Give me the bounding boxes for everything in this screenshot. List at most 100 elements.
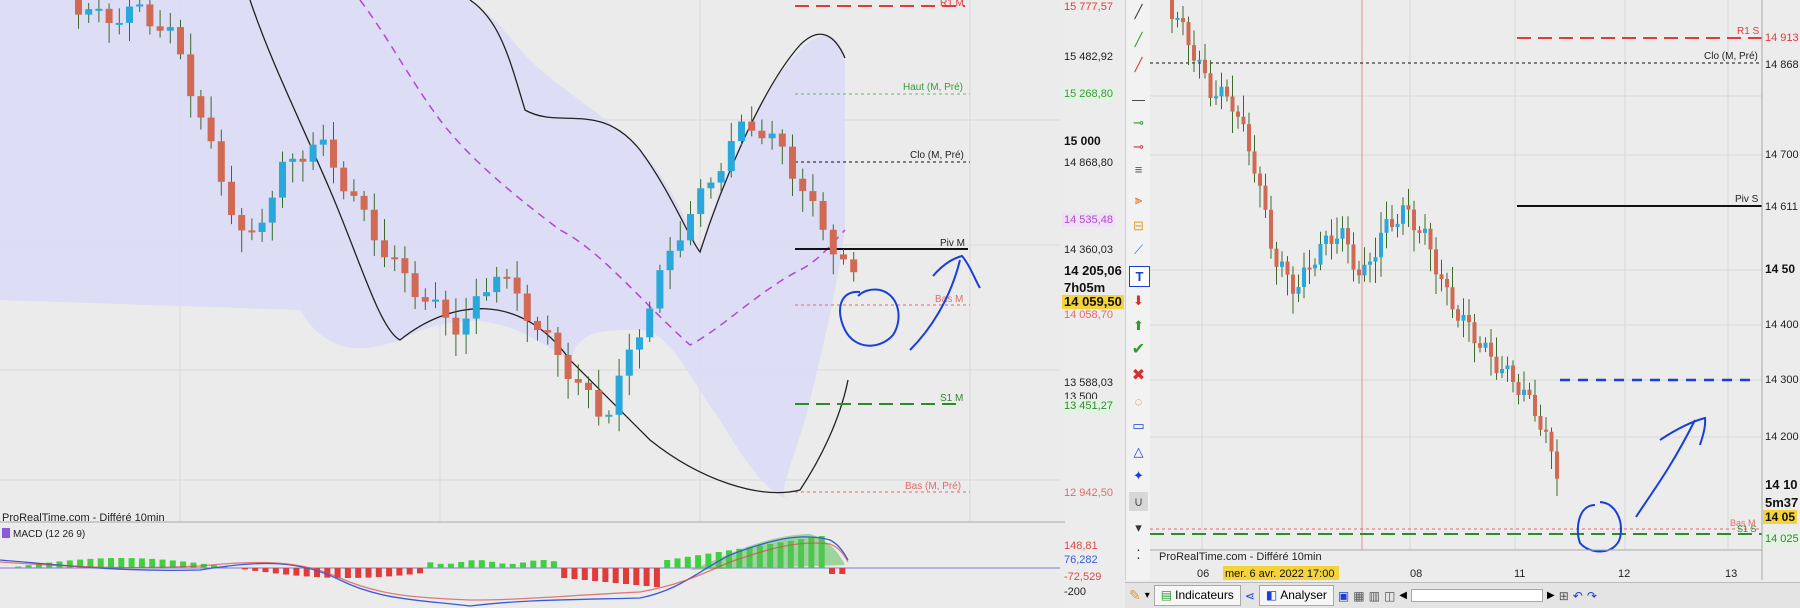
candle-body <box>187 54 194 96</box>
macd-bar <box>685 557 691 568</box>
candle-body <box>1489 343 1493 357</box>
pencil-icon[interactable]: ✎ <box>1129 585 1141 606</box>
macd-bar <box>139 558 145 568</box>
axis-tag-timer: 7h05m <box>1062 281 1107 295</box>
candle-body <box>146 4 153 26</box>
line-tool-icon[interactable]: ╱ <box>1129 2 1148 21</box>
text-icon[interactable]: T <box>1129 266 1150 287</box>
table-icon[interactable]: ▦ <box>1353 585 1364 606</box>
triangle-icon[interactable]: △ <box>1129 442 1148 461</box>
label-r1: R1 M <box>940 0 964 9</box>
candle-body <box>758 131 765 138</box>
macd-axis-tag-3: -72,529 <box>1062 570 1103 584</box>
trend-red-icon[interactable]: ╱ <box>1129 55 1148 74</box>
cross-icon[interactable]: ✖ <box>1129 366 1148 385</box>
fan-icon[interactable]: ⊟ <box>1129 216 1148 235</box>
scroll-left-icon[interactable]: ◀ <box>1399 585 1407 606</box>
candle-body <box>1302 268 1306 287</box>
axis-tag-bas: 14 058,70 <box>1062 308 1115 322</box>
candle-body <box>1429 229 1433 250</box>
candle-body <box>1550 432 1554 452</box>
screenshot-icon[interactable]: ▣ <box>1338 585 1349 606</box>
candle-body <box>361 196 368 210</box>
candle-body <box>75 0 82 15</box>
rectangle-icon[interactable]: ▭ <box>1129 416 1148 435</box>
macd-bar <box>26 565 32 568</box>
redo-icon[interactable]: ↷ <box>1587 585 1597 606</box>
candle-body <box>1291 275 1295 294</box>
axis-tick-2: 15 000 <box>1062 134 1103 148</box>
channel-icon[interactable]: ≡ <box>1129 160 1148 179</box>
magnet-icon[interactable]: ∪ <box>1129 492 1148 511</box>
shape-icon[interactable]: ✦ <box>1129 466 1148 485</box>
left-price-chart[interactable]: R1 M Haut (M, Pré) Clo (M, Pré) Piv M Ba… <box>0 0 1065 607</box>
candle-body <box>1258 174 1262 186</box>
candle-body <box>1308 268 1312 270</box>
more-dots-icon[interactable]: ⁚ <box>1129 545 1148 564</box>
share-icon[interactable]: ⋖ <box>1245 585 1255 606</box>
candle-body <box>1352 244 1356 269</box>
macd-bar <box>129 558 135 568</box>
r-axis-tag-clo: 14 868 <box>1763 58 1800 72</box>
candle-body <box>1286 262 1290 275</box>
chevron-down-icon[interactable]: ▾ <box>1129 518 1148 537</box>
ellipse-icon[interactable]: ◌ <box>1129 392 1148 411</box>
horizontal-scrollbar[interactable] <box>1411 589 1543 602</box>
horizontal-line-icon[interactable]: — <box>1129 90 1148 109</box>
undo-icon[interactable]: ↶ <box>1573 585 1583 606</box>
macd-bar <box>366 568 372 578</box>
macd-bar <box>252 568 258 571</box>
arrow-up-icon[interactable]: ⬆ <box>1129 316 1148 335</box>
zoom-icon[interactable]: ⊞ <box>1559 585 1569 606</box>
axis-tag-haut: 15 268,80 <box>1062 87 1115 101</box>
candle-body <box>1341 228 1345 239</box>
candle-body <box>1346 228 1350 244</box>
axis-tag-clo: 14 868,80 <box>1062 156 1115 170</box>
candle-body <box>718 171 725 182</box>
candle-body <box>514 278 521 294</box>
arrow-down-icon[interactable]: ⬇ <box>1129 291 1148 310</box>
candle-body <box>228 182 235 215</box>
indicators-label: Indicateurs <box>1175 586 1234 605</box>
macd-bar <box>592 568 598 581</box>
candle-body <box>1511 365 1515 381</box>
candle-body <box>1324 236 1328 244</box>
candle-body <box>1500 369 1504 373</box>
macd-label: MACD (12 26 9) <box>13 529 85 540</box>
right-price-chart[interactable]: R1 S Clo (M, Pré) Piv S Bas M S1 S ProRe… <box>1150 0 1800 607</box>
axis-tick-3: 14 360,03 <box>1062 243 1115 257</box>
compare-icon[interactable]: ◫ <box>1384 585 1395 606</box>
candle-body <box>1242 117 1246 124</box>
dropdown-arrow-icon[interactable]: ▾ <box>1145 585 1150 606</box>
candle-body <box>473 296 480 318</box>
candle-body <box>667 251 674 270</box>
macd-color-swatch <box>2 528 10 538</box>
candle-body <box>279 162 286 198</box>
macd-bar <box>263 568 269 572</box>
ray-red-icon[interactable]: ⊸ <box>1129 137 1148 156</box>
candle-body <box>1533 395 1537 416</box>
trend-up-icon[interactable]: ╱ <box>1129 30 1148 49</box>
candle-body <box>779 134 786 147</box>
axis-tick-4: 13 588,03 <box>1062 376 1115 390</box>
label-bas: Bas M <box>935 294 963 305</box>
check-icon[interactable]: ✔ <box>1129 340 1148 359</box>
candle-body <box>1192 45 1196 60</box>
macd-bar <box>283 568 289 575</box>
candle-body <box>1495 357 1499 374</box>
candle-body <box>299 159 306 162</box>
candle-body <box>1407 205 1411 209</box>
ray-line-icon[interactable]: ⊸ <box>1129 113 1148 132</box>
candle-body <box>483 292 490 296</box>
candle-body <box>391 257 398 259</box>
analyse-button[interactable]: ◧ Analyser <box>1259 585 1334 606</box>
candle-body <box>1517 382 1521 395</box>
macd-bar <box>572 568 578 579</box>
scroll-right-icon[interactable]: ▶ <box>1547 585 1555 606</box>
macd-axis-tick: -200 <box>1062 585 1088 599</box>
calendar-icon[interactable]: ▥ <box>1369 585 1380 606</box>
fibonacci-icon[interactable]: ⫸ <box>1129 190 1148 209</box>
pitchfork-icon[interactable]: ⟋ <box>1129 240 1148 259</box>
label-piv: Piv M <box>940 238 965 249</box>
indicators-button[interactable]: ▤ Indicateurs <box>1154 585 1241 606</box>
